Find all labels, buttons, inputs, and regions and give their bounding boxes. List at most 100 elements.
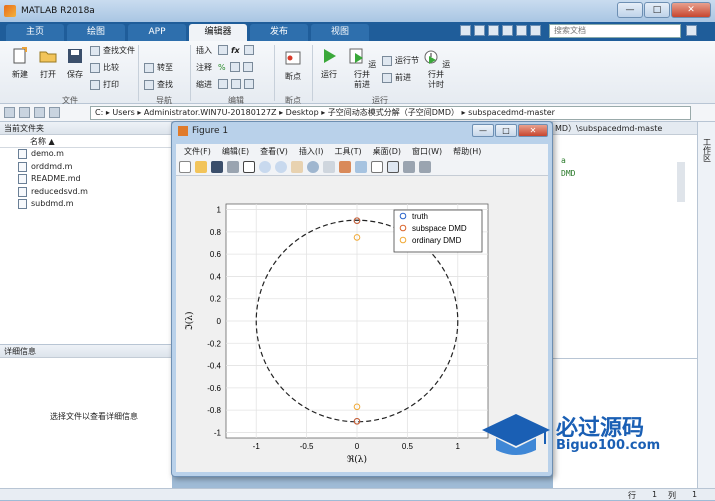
file-name: reducedsvd.m — [31, 186, 88, 196]
path-part[interactable]: Users — [112, 108, 134, 117]
rotate-3d-icon[interactable] — [307, 160, 319, 173]
legend[interactable]: truth subspace DMD ordinary DMD — [393, 209, 483, 253]
name-column-header[interactable]: 名称 ▲ — [0, 135, 171, 148]
find-button[interactable]: 查找 — [144, 79, 173, 90]
path-part[interactable]: subspacedmd-master — [468, 108, 555, 117]
close-button[interactable]: ✕ — [671, 2, 711, 18]
file-item[interactable]: README.md — [0, 173, 171, 186]
increase-indent-icon[interactable] — [231, 79, 241, 89]
scrollbar[interactable] — [677, 162, 685, 202]
figure-maximize-button[interactable]: □ — [495, 124, 517, 137]
file-item[interactable]: orddmd.m — [0, 161, 171, 174]
uncomment-icon[interactable] — [229, 62, 240, 72]
run-advance-button[interactable]: 运行并 前进 — [346, 47, 378, 90]
comment-button[interactable]: 注释 — [196, 62, 212, 73]
minimize-button[interactable]: — — [617, 2, 643, 18]
tab-editor[interactable]: 编辑器 — [189, 24, 247, 41]
browse-folder-icon[interactable] — [49, 107, 60, 118]
tab-view[interactable]: 视图 — [311, 24, 369, 41]
tab-apps[interactable]: APP — [128, 24, 186, 41]
compare-button[interactable]: 比较 — [90, 62, 119, 73]
separator — [190, 45, 191, 101]
menu-file[interactable]: 文件(F) — [184, 146, 211, 157]
comment-percent-icon[interactable]: % — [218, 63, 226, 72]
show-tools-icon[interactable] — [419, 160, 431, 173]
back-icon[interactable] — [4, 107, 15, 118]
path-field[interactable]: C: ▸ Users ▸ Administrator.WIN7U-2018012… — [90, 106, 691, 120]
find-files-button[interactable]: 查找文件 — [90, 45, 135, 56]
maximize-button[interactable]: □ — [644, 2, 670, 18]
file-item[interactable]: subdmd.m — [0, 198, 171, 211]
path-part[interactable]: C: — [95, 108, 103, 117]
breakpoints-button[interactable]: 断点 — [280, 49, 306, 82]
indent-button[interactable]: 缩进 — [196, 79, 212, 90]
edit-plot-icon[interactable] — [243, 160, 255, 173]
figure-title: Figure 1 — [192, 126, 229, 136]
legend-entry: truth — [412, 212, 428, 221]
tab-home[interactable]: 主页 — [6, 24, 64, 41]
zoom-in-icon[interactable] — [259, 160, 271, 173]
quick-cut-icon[interactable] — [474, 25, 485, 36]
fx-icon[interactable]: fx — [231, 46, 240, 55]
code-line[interactable]: DMD — [561, 169, 575, 178]
run-button[interactable]: 运行 — [316, 47, 342, 80]
new-button[interactable]: 新建 — [8, 47, 32, 80]
open-file-icon[interactable] — [195, 160, 207, 173]
figure-minimize-button[interactable]: — — [472, 124, 494, 137]
tab-publish[interactable]: 发布 — [250, 24, 308, 41]
colorbar-icon[interactable] — [371, 160, 383, 173]
legend-icon[interactable] — [387, 160, 399, 173]
pan-icon[interactable] — [291, 160, 303, 173]
workspace-collapsed-panel[interactable]: 工作区 — [697, 122, 715, 488]
insert-section-icon[interactable] — [218, 45, 228, 55]
forward-icon[interactable] — [19, 107, 30, 118]
window-title: MATLAB R2018a — [21, 6, 95, 16]
menu-edit[interactable]: 编辑(E) — [222, 146, 249, 157]
insert-button[interactable]: 插入 — [196, 45, 212, 56]
goto-button[interactable]: 转至 — [144, 62, 173, 73]
new-figure-icon[interactable] — [179, 160, 191, 173]
zoom-out-icon[interactable] — [275, 160, 287, 173]
search-icon[interactable] — [686, 25, 697, 36]
path-part[interactable]: Desktop — [286, 108, 319, 117]
print-figure-icon[interactable] — [227, 160, 239, 173]
up-folder-icon[interactable] — [34, 107, 45, 118]
file-item[interactable]: reducedsvd.m — [0, 186, 171, 199]
brush-icon[interactable] — [339, 160, 351, 173]
hide-tools-icon[interactable] — [403, 160, 415, 173]
wrap-comment-icon[interactable] — [242, 62, 253, 72]
run-time-button[interactable]: 运行并 计时 — [420, 47, 452, 90]
quick-save-icon[interactable] — [460, 25, 471, 36]
menu-tools[interactable]: 工具(T) — [334, 146, 361, 157]
menu-insert[interactable]: 插入(I) — [299, 146, 324, 157]
file-item[interactable]: demo.m — [0, 148, 171, 161]
path-part[interactable]: 子空间动态模式分解（子空间DMD） — [328, 108, 459, 117]
figure-close-button[interactable]: ✕ — [518, 124, 548, 137]
menu-desktop[interactable]: 桌面(D) — [373, 146, 401, 157]
save-button[interactable]: 保存 — [63, 47, 87, 80]
menu-window[interactable]: 窗口(W) — [412, 146, 442, 157]
print-button[interactable]: 打印 — [90, 79, 119, 90]
link-plot-icon[interactable] — [355, 160, 367, 173]
quick-paste-icon[interactable] — [502, 25, 513, 36]
open-button[interactable]: 打开 — [36, 47, 60, 80]
breakpoint-icon — [285, 51, 301, 65]
smart-indent-icon[interactable] — [218, 79, 228, 89]
tab-plots[interactable]: 绘图 — [67, 24, 125, 41]
path-part[interactable]: Administrator.WIN7U-20180127Z — [144, 108, 277, 117]
run-section-button[interactable]: 运行节 — [382, 55, 419, 66]
quick-undo-icon[interactable] — [516, 25, 527, 36]
search-docs-input[interactable]: 搜索文档 — [549, 24, 681, 38]
menu-help[interactable]: 帮助(H) — [453, 146, 481, 157]
save-figure-icon[interactable] — [211, 160, 223, 173]
menu-view[interactable]: 查看(V) — [260, 146, 288, 157]
decrease-indent-icon[interactable] — [244, 79, 254, 89]
legend-entry: subspace DMD — [412, 224, 467, 233]
advance-button[interactable]: 前进 — [382, 72, 411, 83]
data-cursor-icon[interactable] — [323, 160, 335, 173]
code-line[interactable]: a — [561, 156, 566, 165]
find-icon — [144, 79, 154, 90]
quick-copy-icon[interactable] — [488, 25, 499, 36]
insert-more-icon[interactable] — [243, 45, 254, 55]
quick-help-icon[interactable] — [530, 25, 541, 36]
